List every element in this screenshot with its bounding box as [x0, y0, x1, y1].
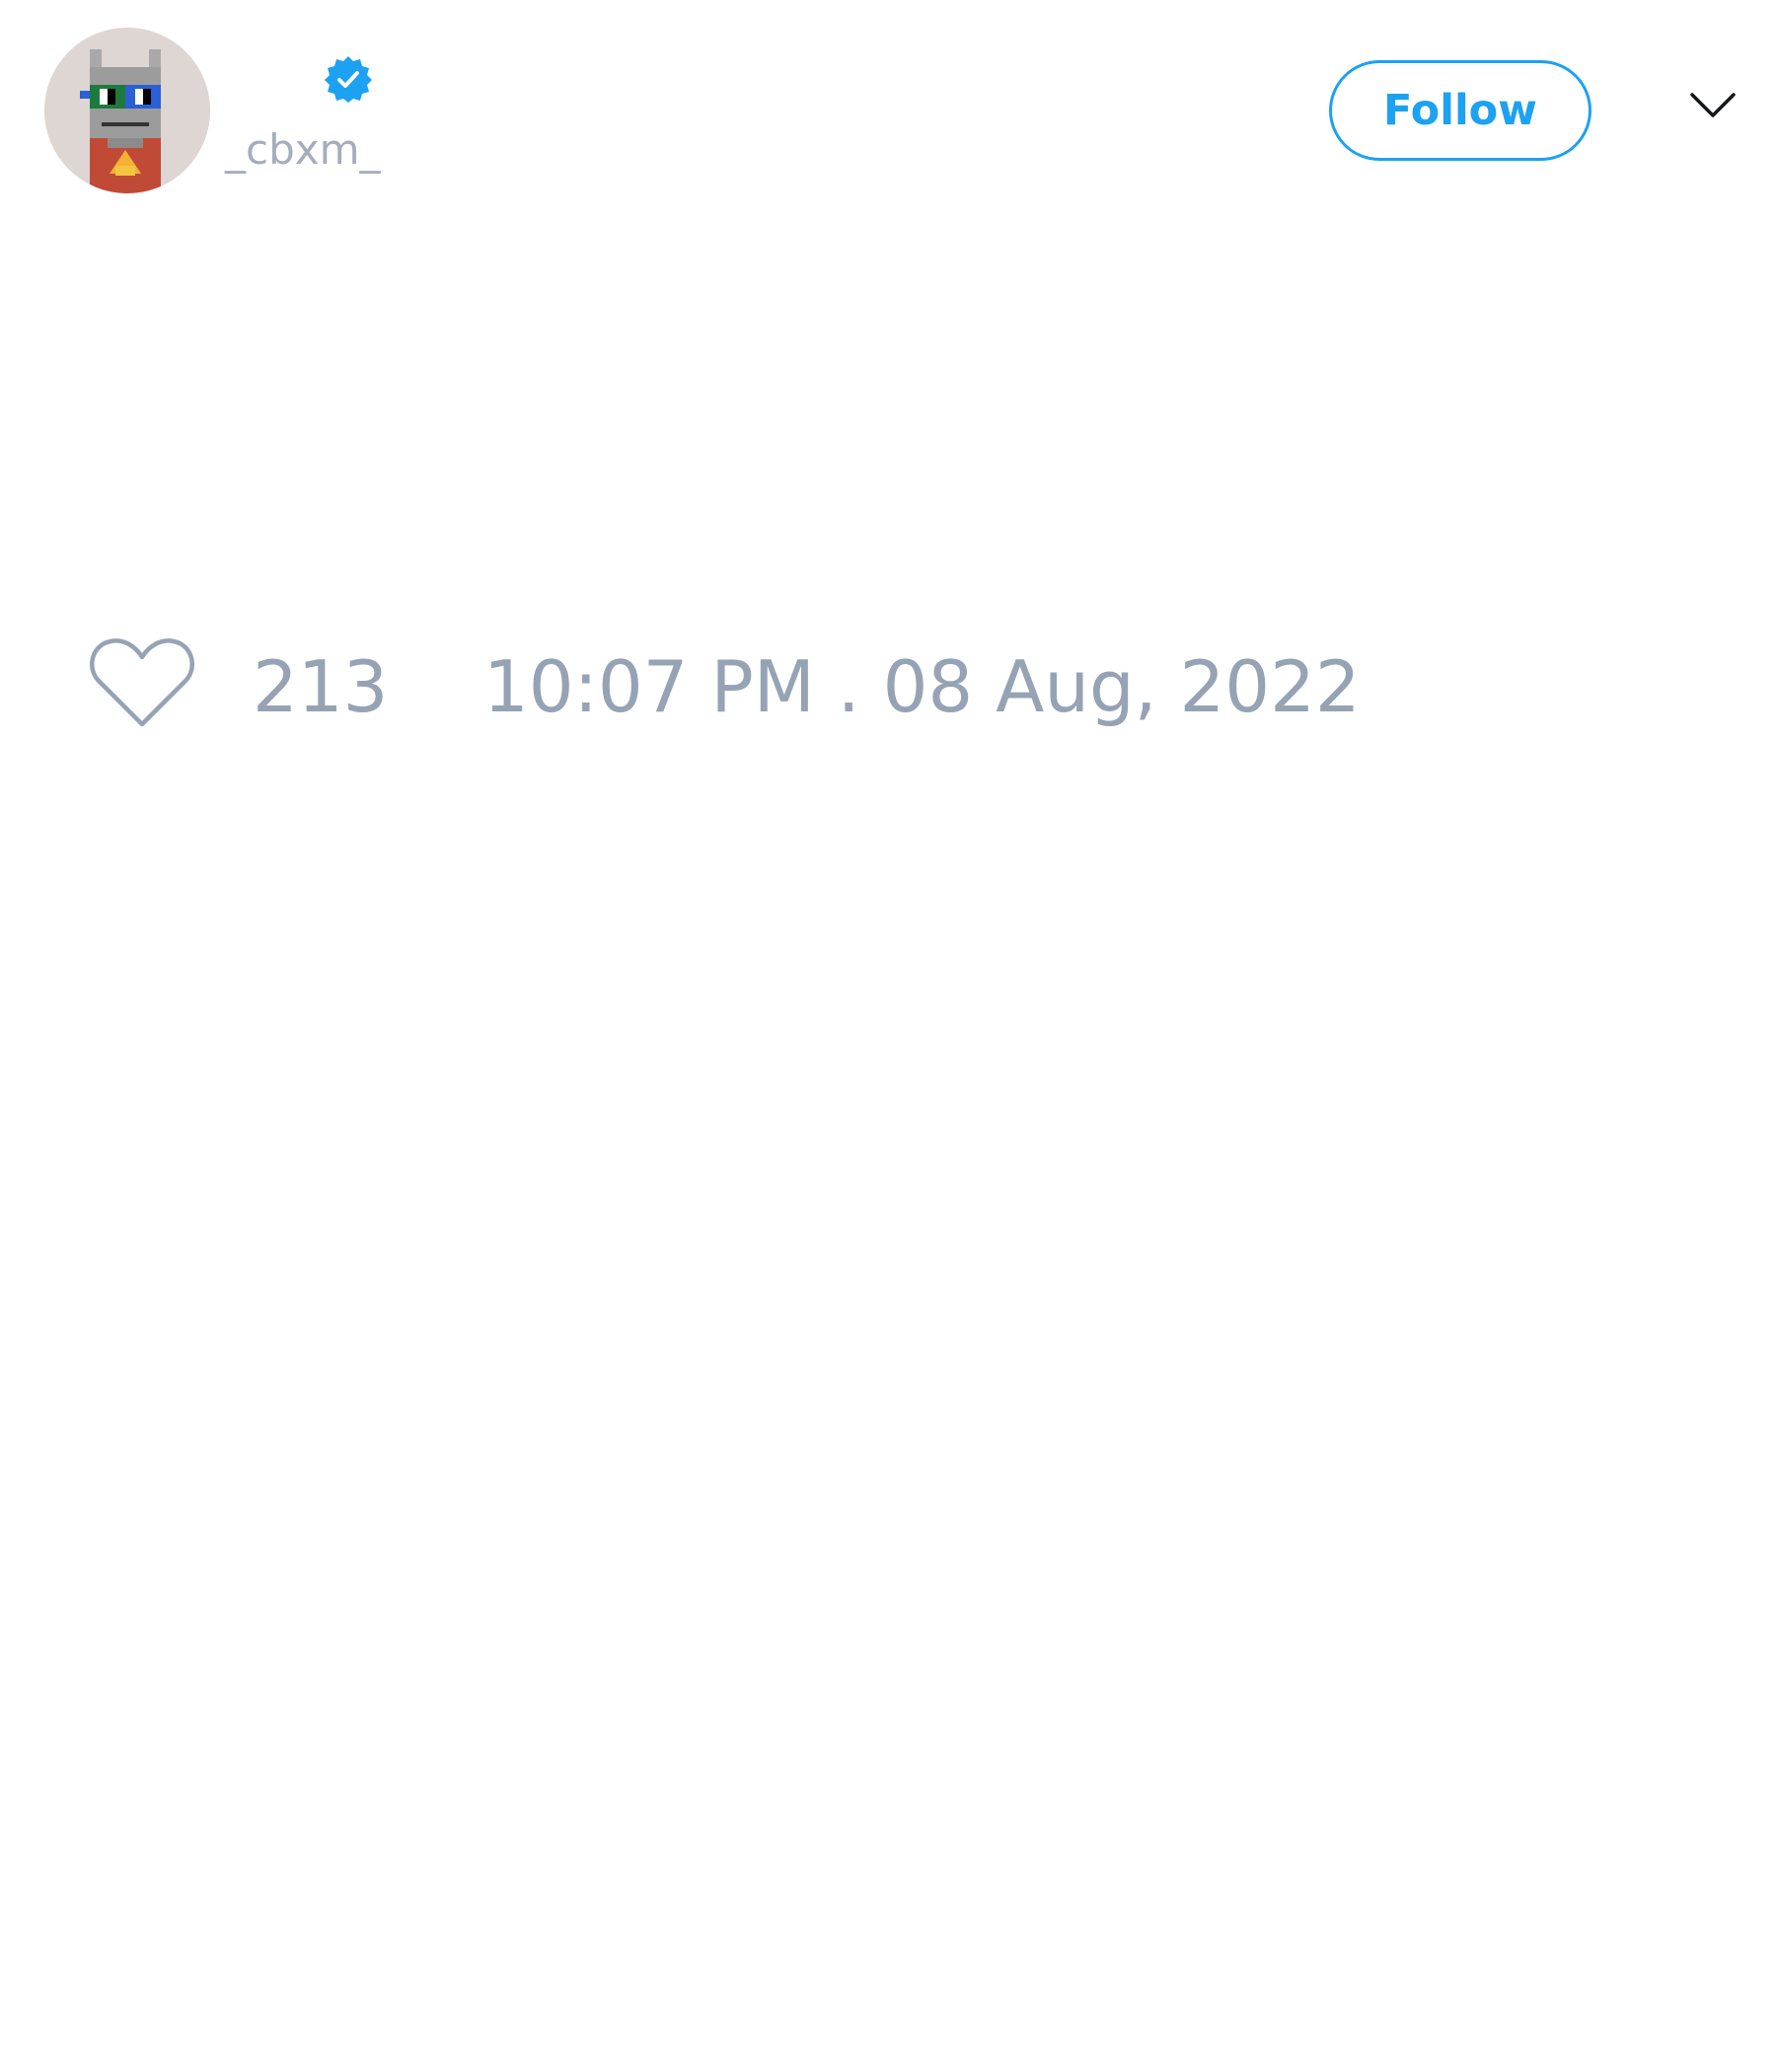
avatar[interactable] [44, 28, 210, 193]
like-count: 213 [253, 645, 389, 728]
chevron-down-icon[interactable] [1689, 91, 1737, 120]
user-handle[interactable]: _cbxm_ [225, 120, 381, 180]
pixel-art-avatar-icon [44, 28, 210, 193]
verified-badge-icon [325, 56, 372, 103]
follow-button[interactable]: Follow [1329, 60, 1591, 161]
heart-outline-icon[interactable] [89, 635, 195, 730]
tweet-timestamp[interactable]: 10:07 PM . 08 Aug, 2022 [483, 641, 1361, 732]
tweet-text [89, 217, 1687, 227]
tweet-card: _cbxm_ Follow 213 10:07 PM . 08 Aug, 202… [0, 0, 1776, 2072]
